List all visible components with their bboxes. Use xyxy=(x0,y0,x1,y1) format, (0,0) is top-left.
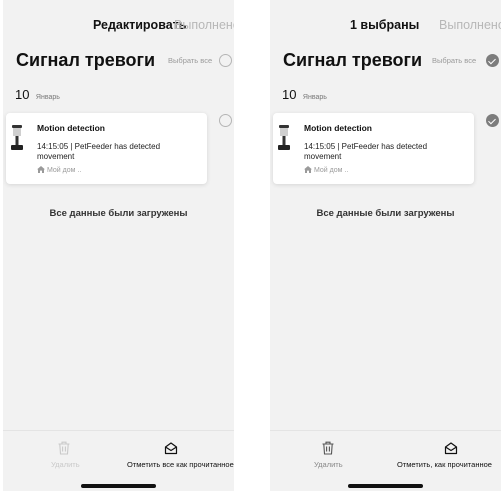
alarm-home: Мой дом .. xyxy=(37,166,81,174)
trash-icon[interactable] xyxy=(321,441,335,455)
all-loaded-text: Все данные были загружены xyxy=(316,208,455,219)
selected-count: 1 выбраны xyxy=(350,18,420,32)
envelope-open-icon[interactable] xyxy=(444,441,458,455)
alarm-screen-edit: Редактировать Выполнено Сигнал тревоги В… xyxy=(3,0,234,491)
date-day: 10 xyxy=(282,87,297,102)
device-icon xyxy=(11,125,23,150)
alarm-screen-selected: 1 выбраны Выполнено Сигнал тревоги Выбра… xyxy=(270,0,501,491)
date-month: Январь xyxy=(35,94,60,101)
alarm-title: Motion detection xyxy=(37,123,105,133)
home-name: Мой дом .. xyxy=(314,167,349,174)
trash-icon[interactable] xyxy=(57,441,71,455)
alarm-card[interactable]: Motion detection 14:15:05 | PetFeeder ha… xyxy=(273,113,474,184)
date-header: 10 Январь xyxy=(15,86,60,104)
bottom-toolbar: Удалить Отметить, как прочитанное xyxy=(270,430,501,491)
device-icon xyxy=(278,125,290,150)
date-day: 10 xyxy=(15,87,30,102)
alarm-checkbox-icon[interactable] xyxy=(219,114,232,127)
select-all-label[interactable]: Выбрать все xyxy=(432,56,476,65)
edit-button[interactable]: Редактировать xyxy=(93,18,186,32)
date-month: Январь xyxy=(302,94,327,101)
alarm-checkbox-icon[interactable] xyxy=(486,114,499,127)
home-indicator xyxy=(348,484,423,488)
envelope-open-icon[interactable] xyxy=(164,441,178,455)
page-title: Сигнал тревоги xyxy=(16,50,156,70)
top-bar: Редактировать Выполнено xyxy=(3,0,234,44)
select-all-checkbox-icon[interactable] xyxy=(486,54,499,67)
home-indicator xyxy=(81,484,156,488)
select-all-checkbox-icon[interactable] xyxy=(219,54,232,67)
alarm-title: Motion detection xyxy=(304,123,372,133)
alarm-home: Мой дом .. xyxy=(304,166,348,174)
delete-button[interactable]: Удалить xyxy=(314,460,343,469)
delete-button[interactable]: Удалить xyxy=(51,460,80,469)
home-name: Мой дом .. xyxy=(47,167,82,174)
done-button[interactable]: Выполнено xyxy=(174,18,234,32)
alarm-message: 14:15:05 | PetFeeder has detected moveme… xyxy=(37,142,161,161)
select-all-label[interactable]: Выбрать все xyxy=(168,56,212,65)
all-loaded-text: Все данные были загружены xyxy=(49,208,188,219)
mark-all-read-button[interactable]: Отметить все как прочитанное xyxy=(127,460,234,469)
page-title: Сигнал тревоги xyxy=(283,50,423,70)
date-header: 10 Январь xyxy=(282,86,327,104)
mark-read-button[interactable]: Отметить, как прочитанное xyxy=(397,460,492,469)
home-icon xyxy=(37,166,45,173)
alarm-card[interactable]: Motion detection 14:15:05 | PetFeeder ha… xyxy=(6,113,207,184)
done-button[interactable]: Выполнено xyxy=(439,18,501,32)
top-bar: 1 выбраны Выполнено xyxy=(270,0,501,44)
bottom-toolbar: Удалить Отметить все как прочитанное xyxy=(3,430,234,491)
alarm-message: 14:15:05 | PetFeeder has detected moveme… xyxy=(304,142,428,161)
home-icon xyxy=(304,166,312,173)
